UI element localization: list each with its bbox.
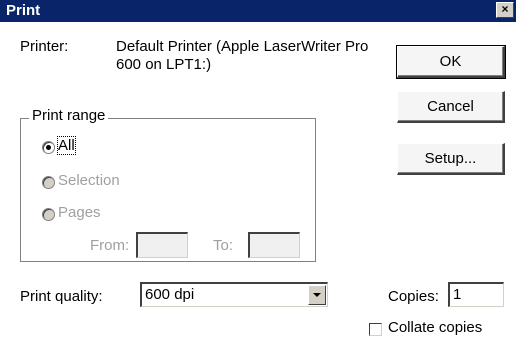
print-range-legend: Print range	[29, 107, 109, 124]
setup-button-label: Setup...	[424, 150, 477, 167]
title-bar[interactable]: Print ×	[0, 0, 516, 22]
setup-button[interactable]: Setup...	[397, 143, 505, 175]
window-title: Print	[6, 2, 41, 19]
collate-checkbox[interactable]	[369, 323, 382, 336]
radio-selection[interactable]	[42, 176, 55, 189]
printer-name-line2: 600 on LPT1:)	[116, 56, 212, 73]
radio-all-label[interactable]: All	[57, 136, 76, 155]
ok-button[interactable]: OK	[396, 45, 506, 79]
print-quality-select[interactable]: 600 dpi	[140, 282, 328, 307]
to-label: To:	[213, 237, 234, 254]
radio-pages-label[interactable]: Pages	[58, 204, 101, 221]
print-dialog: Print × Printer: Default Printer (Apple …	[0, 0, 516, 355]
print-quality-label: Print quality:	[20, 288, 103, 305]
printer-label: Printer:	[20, 38, 69, 55]
from-label: From:	[90, 237, 130, 254]
chevron-down-icon[interactable]	[308, 285, 326, 305]
to-field[interactable]	[248, 232, 300, 258]
from-field[interactable]	[136, 232, 188, 258]
close-icon[interactable]: ×	[496, 2, 514, 18]
print-quality-value: 600 dpi	[145, 286, 195, 303]
copies-label: Copies:	[388, 288, 439, 305]
collate-label[interactable]: Collate copies	[388, 319, 482, 336]
radio-all[interactable]	[42, 141, 55, 154]
copies-field[interactable]: 1	[448, 282, 504, 307]
radio-selection-label[interactable]: Selection	[58, 172, 120, 189]
printer-name-line1: Default Printer (Apple LaserWriter Pro	[116, 38, 369, 55]
cancel-button[interactable]: Cancel	[397, 91, 505, 123]
radio-pages[interactable]	[42, 208, 55, 221]
